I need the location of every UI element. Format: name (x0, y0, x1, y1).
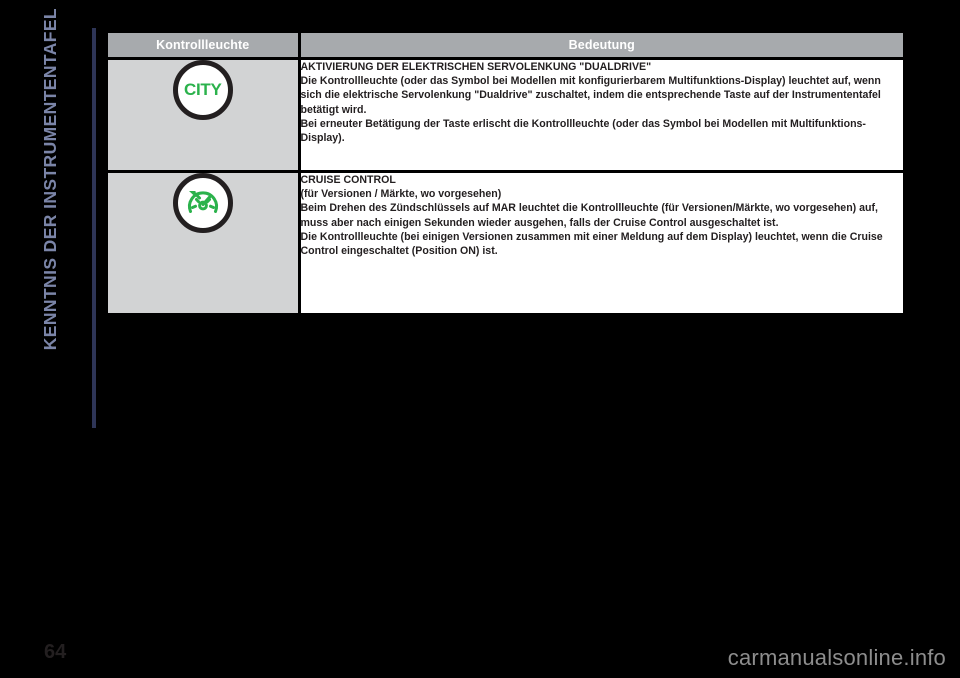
column-header-kontrollleuchte: Kontrollleuchte (108, 33, 301, 59)
column-header-bedeutung: Bedeutung (299, 33, 903, 59)
site-watermark: carmanualsonline.info (727, 645, 946, 670)
tell-tale-paragraph-2: Die Kontrollleuchte (bei einigen Version… (300, 230, 883, 258)
table-header-row: Kontrollleuchte Bedeutung (108, 33, 903, 59)
chapter-accent-rule (92, 28, 96, 428)
tell-tale-title: AKTIVIERUNG DER ELEKTRISCHEN SERVOLENKUN… (300, 61, 652, 73)
tell-tale-subtitle: (für Versionen / Märkte, wo vorgesehen) (300, 188, 502, 201)
icon-cell-cruise-control (108, 170, 301, 316)
manual-page: KENNTNIS DER INSTRUMENTENTAFEL Kontrolll… (0, 0, 960, 678)
meaning-cell-city: AKTIVIERUNG DER ELEKTRISCHEN SERVOLENKUN… (299, 57, 903, 173)
chapter-title: KENNTNIS DER INSTRUMENTENTAFEL (39, 8, 60, 351)
tell-tale-table: Kontrollleuchte Bedeutung CITY AKTIVIERU… (108, 33, 903, 316)
table-row: CRUISE CONTROL (für Versionen / Märkte, … (108, 170, 903, 316)
tell-tale-paragraph-1: Beim Drehen des Zündschlüssels auf MAR l… (300, 202, 878, 229)
city-steering-tell-tale-icon: CITY (172, 60, 233, 120)
page-number: 64 (44, 641, 67, 663)
tell-tale-paragraph-1: Die Kontrollleuchte (oder das Symbol bei… (300, 75, 881, 116)
cruise-control-tell-tale-icon (172, 173, 233, 233)
icon-cell-city: CITY (108, 57, 301, 173)
meaning-cell-cruise-control: CRUISE CONTROL (für Versionen / Märkte, … (299, 170, 903, 316)
city-icon-label: CITY (183, 80, 222, 99)
chapter-tab: KENNTNIS DER INSTRUMENTENTAFEL (30, 8, 70, 428)
table-row: CITY AKTIVIERUNG DER ELEKTRISCHEN SERVOL… (108, 57, 903, 173)
tell-tale-title: CRUISE CONTROL (300, 174, 396, 186)
tell-tale-paragraph-2: Bei erneuter Betätigung der Taste erlisc… (300, 117, 866, 145)
